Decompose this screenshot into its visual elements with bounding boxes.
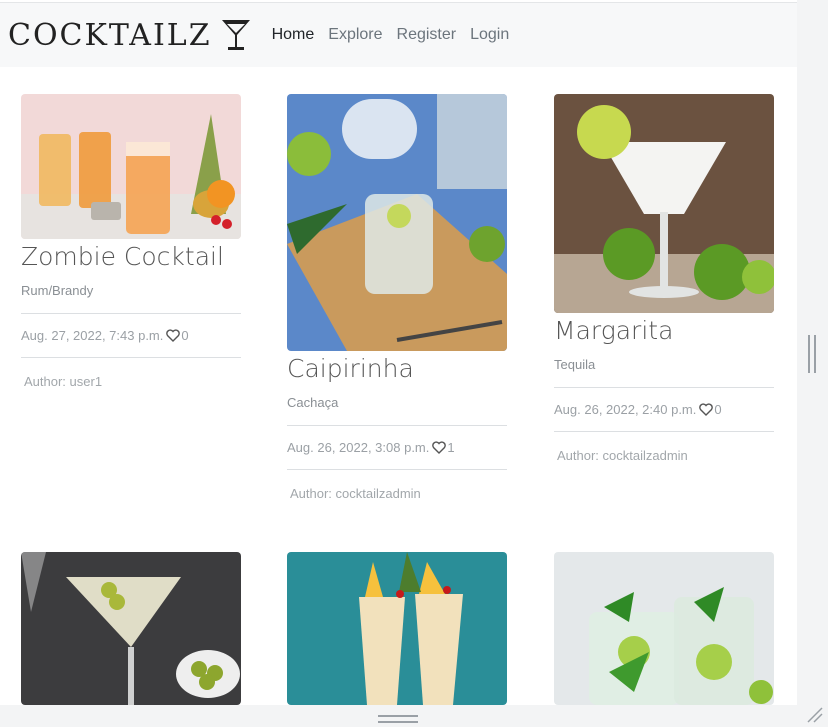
navbar: COCKTAILZ Home Explore Register Login [0, 2, 797, 67]
cocktail-image[interactable] [21, 552, 241, 705]
martini-glass-icon [221, 20, 250, 50]
divider [287, 469, 507, 470]
like-count: 0 [714, 402, 722, 417]
nav-register-link[interactable]: Register [397, 26, 457, 44]
brand-name: COCKTAILZ [8, 17, 212, 53]
author-label: Author: user1 [24, 374, 103, 389]
divider [21, 357, 241, 358]
resize-handle-icon[interactable] [804, 704, 824, 724]
cocktail-image[interactable] [554, 94, 774, 313]
divider [554, 431, 774, 432]
cocktail-title[interactable]: Zombie Cocktail [21, 241, 241, 273]
meta-row: Aug. 27, 2022, 7:43 p.m. 0 [21, 314, 241, 357]
cocktail-image[interactable] [287, 94, 507, 351]
brand-logo[interactable]: COCKTAILZ [8, 18, 252, 53]
post-date: Aug. 26, 2022, 2:40 p.m. [554, 402, 697, 417]
cocktail-card[interactable] [21, 552, 241, 705]
post-date: Aug. 27, 2022, 7:43 p.m. [21, 328, 164, 343]
cocktail-card[interactable]: Margarita Tequila Aug. 26, 2022, 2:40 p.… [554, 94, 774, 463]
cocktail-spirit: Tequila [554, 357, 596, 372]
like-count: 0 [181, 328, 189, 343]
author-label: Author: cocktailzadmin [290, 486, 421, 501]
cocktail-image[interactable] [21, 94, 241, 239]
splitter-grip-icon[interactable] [808, 335, 816, 373]
cocktail-title[interactable]: Margarita [554, 315, 774, 347]
like-count: 1 [447, 440, 455, 455]
nav-login-link[interactable]: Login [470, 26, 509, 44]
cocktail-spirit: Rum/Brandy [21, 283, 94, 298]
cocktail-card[interactable]: Caipirinha Cachaça Aug. 26, 2022, 3:08 p… [287, 94, 507, 501]
cocktail-image[interactable] [287, 552, 507, 705]
heart-icon[interactable] [432, 441, 447, 454]
splitter-grip-icon[interactable] [378, 715, 418, 723]
heart-icon[interactable] [699, 403, 714, 416]
cocktail-card[interactable] [287, 552, 507, 705]
cocktail-image[interactable] [554, 552, 774, 705]
nav-explore-link[interactable]: Explore [328, 26, 382, 44]
cocktail-card[interactable] [554, 552, 774, 705]
heart-icon[interactable] [166, 329, 181, 342]
post-date: Aug. 26, 2022, 3:08 p.m. [287, 440, 430, 455]
nav-home-link[interactable]: Home [272, 26, 315, 44]
cocktail-title[interactable]: Caipirinha [287, 353, 507, 385]
meta-row: Aug. 26, 2022, 2:40 p.m. 0 [554, 388, 774, 431]
meta-row: Aug. 26, 2022, 3:08 p.m. 1 [287, 426, 507, 469]
author-label: Author: cocktailzadmin [557, 448, 688, 463]
cocktail-card[interactable]: Zombie Cocktail Rum/Brandy Aug. 27, 2022… [21, 94, 241, 389]
nav-links: Home Explore Register Login [272, 26, 524, 44]
cocktail-spirit: Cachaça [287, 395, 339, 410]
